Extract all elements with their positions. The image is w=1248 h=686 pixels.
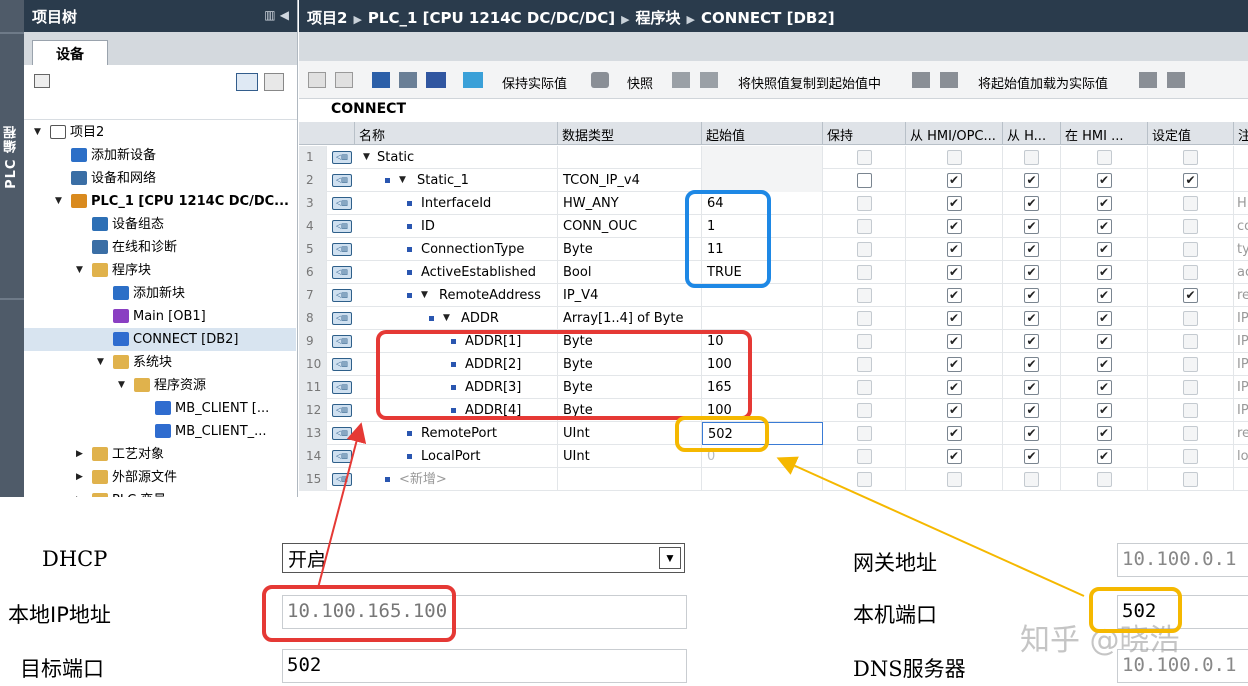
arrow-yellow	[776, 456, 1085, 597]
arrow-red	[317, 422, 367, 589]
annotation-arrows	[317, 422, 1085, 597]
